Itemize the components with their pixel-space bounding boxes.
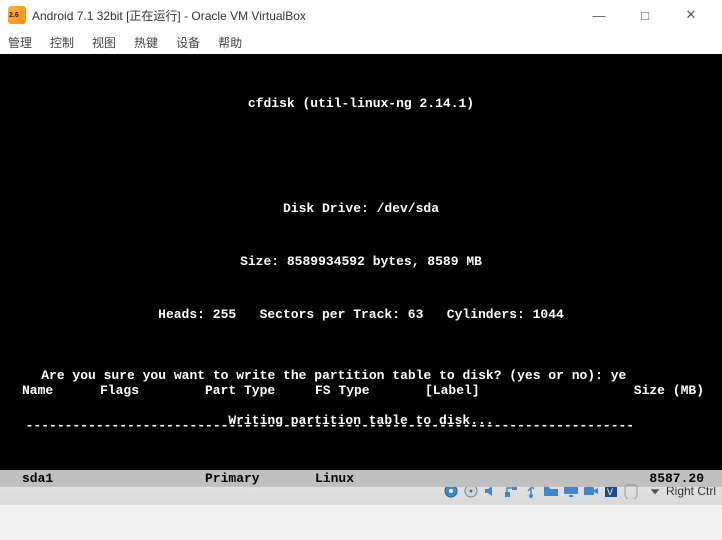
mouse-integration-icon[interactable] xyxy=(622,482,640,500)
close-button[interactable]: ✕ xyxy=(668,0,714,30)
menu-manage[interactable]: 管理 xyxy=(4,32,36,53)
disk-geometry-line: Heads: 255 Sectors per Track: 63 Cylinde… xyxy=(10,306,712,324)
row-size: 8587.20 xyxy=(595,470,712,488)
disk-size-line: Size: 8589934592 bytes, 8589 MB xyxy=(10,253,712,271)
partition-row-selected: sda1 Primary Linux 8587.20 xyxy=(0,470,722,488)
window-title: Android 7.1 32bit [正在运行] - Oracle VM Vir… xyxy=(32,7,576,24)
window-controls: — □ ✕ xyxy=(576,0,714,30)
confirm-prompt: Are you sure you want to write the parti… xyxy=(41,368,626,383)
menu-control[interactable]: 控制 xyxy=(46,32,78,53)
menu-help[interactable]: 帮助 xyxy=(214,32,246,53)
menu-hotkey[interactable]: 热键 xyxy=(130,32,162,53)
row-label xyxy=(425,470,595,488)
console-bottom: Are you sure you want to write the parti… xyxy=(10,350,712,465)
row-parttype: Primary xyxy=(205,470,315,488)
menu-devices[interactable]: 设备 xyxy=(172,32,204,53)
maximize-button[interactable]: □ xyxy=(622,0,668,30)
disk-drive-line: Disk Drive: /dev/sda xyxy=(10,200,712,218)
menu-view[interactable]: 视图 xyxy=(88,32,120,53)
blank-line xyxy=(10,148,712,166)
vm-console[interactable]: cfdisk (util-linux-ng 2.14.1) Disk Drive… xyxy=(0,54,722,475)
window-titlebar: Android 7.1 32bit [正在运行] - Oracle VM Vir… xyxy=(0,0,722,30)
row-flags xyxy=(100,470,205,488)
row-name: sda1 xyxy=(10,470,100,488)
row-fstype: Linux xyxy=(315,470,425,488)
virtualbox-icon xyxy=(8,6,26,24)
cfdisk-program-line: cfdisk (util-linux-ng 2.14.1) xyxy=(10,95,712,113)
menu-bar: 管理 控制 视图 热键 设备 帮助 xyxy=(0,30,722,54)
writing-line: Writing partition table to disk... xyxy=(10,412,712,430)
minimize-button[interactable]: — xyxy=(576,0,622,30)
